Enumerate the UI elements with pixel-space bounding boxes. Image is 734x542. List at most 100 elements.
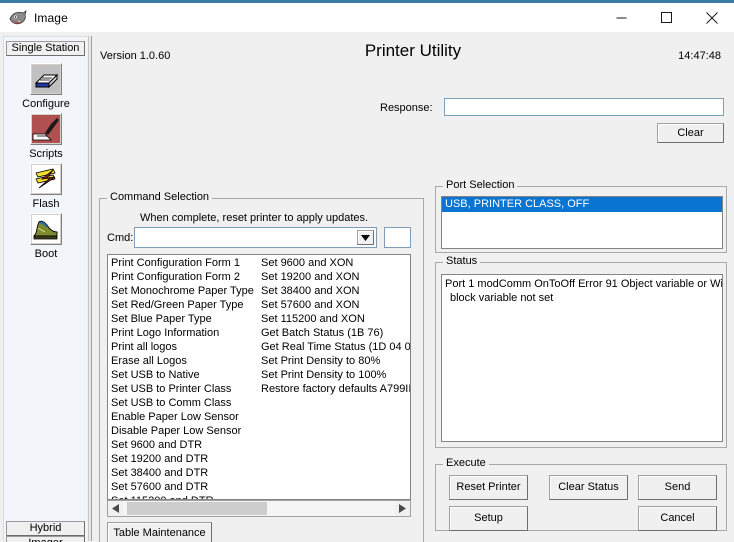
- status-group: Status Port 1 modComm OnToOff Error 91 O…: [435, 256, 727, 448]
- boot-shoe-icon: [30, 213, 62, 245]
- sidebar: Single Station Configure Scripts Flash B…: [3, 36, 88, 542]
- reset-hint-text: When complete, reset printer to apply up…: [140, 212, 369, 224]
- command-list-cell: Set Blue Paper Type: [111, 313, 212, 325]
- command-list-row[interactable]: Print all logos Get Real Time Status (1D …: [108, 340, 410, 354]
- command-list-cell: Get Batch Status (1B 76): [261, 327, 384, 339]
- command-list-cell: Get Real Time Status (1D 04 04): [261, 341, 410, 353]
- command-list-row[interactable]: Print Configuration Form 2 Set 19200 and …: [108, 270, 410, 284]
- app-shark-icon: [9, 9, 27, 27]
- sidebar-item-scripts[interactable]: Scripts: [4, 113, 88, 160]
- hscrollbar-track[interactable]: [123, 501, 395, 516]
- sidebar-tab-single-station[interactable]: Single Station: [6, 41, 85, 56]
- command-list-cell: Set 115200 and XON: [261, 313, 365, 325]
- command-list-cell: [261, 466, 410, 480]
- command-list-cell: Restore factory defaults A799II: [261, 383, 410, 395]
- sidebar-tab-imager[interactable]: Imager: [6, 536, 85, 542]
- command-list-cell: Set 9600 and DTR: [111, 439, 203, 451]
- command-list-cell: Set Print Density to 80%: [261, 355, 381, 367]
- command-list-cell: Set USB to Comm Class: [111, 397, 232, 409]
- execute-title: Execute: [443, 458, 489, 469]
- command-list-cell: Set Monochrome Paper Type: [111, 285, 254, 297]
- command-list-row[interactable]: Set Red/Green Paper Type Set 57600 and XO…: [108, 298, 410, 312]
- command-list-cell: Set 38400 and DTR: [111, 467, 209, 479]
- command-list-cell: Erase all Logos: [111, 355, 187, 367]
- port-list-item-selected[interactable]: USB, PRINTER CLASS, OFF: [442, 197, 722, 212]
- window-title: Image: [34, 10, 68, 25]
- minimize-icon[interactable]: [599, 3, 644, 32]
- command-list-hscrollbar[interactable]: [107, 500, 411, 517]
- command-list-row[interactable]: Set USB to Native Set Print Density to 10…: [108, 368, 410, 382]
- command-list-cell: Print Configuration Form 1: [111, 257, 240, 269]
- send-button[interactable]: Send: [638, 475, 717, 500]
- sidebar-item-boot[interactable]: Boot: [4, 213, 88, 260]
- setup-button[interactable]: Setup: [449, 506, 528, 531]
- command-list[interactable]: Print Configuration Form 1 Set 9600 and X…: [107, 254, 411, 500]
- sidebar-item-label: Boot: [34, 248, 58, 260]
- status-textarea[interactable]: Port 1 modComm OnToOff Error 91 Object v…: [441, 274, 723, 442]
- cmd-quantity-input[interactable]: [384, 227, 411, 248]
- scripts-pen-icon: [30, 113, 62, 145]
- application-window: Image Single Station Configure Scripts F…: [0, 0, 734, 542]
- window-controls: [599, 3, 734, 32]
- command-list-cell: [261, 424, 410, 438]
- command-list-cell: Enable Paper Low Sensor: [111, 411, 239, 423]
- hscrollbar-thumb[interactable]: [127, 502, 267, 515]
- port-selection-title: Port Selection: [443, 180, 518, 191]
- chevron-down-icon[interactable]: [357, 230, 374, 245]
- command-list-cell: Set 38400 and XON: [261, 285, 360, 297]
- page-title: Printer Utility: [364, 41, 462, 60]
- chevron-left-icon[interactable]: [108, 501, 123, 516]
- command-list-row[interactable]: Set 9600 and DTR: [108, 438, 410, 452]
- command-list-cell: [261, 480, 410, 494]
- sidebar-item-label: Flash: [32, 198, 60, 210]
- sidebar-item-flash[interactable]: Flash: [4, 163, 88, 210]
- command-list-row[interactable]: Print Configuration Form 1 Set 9600 and X…: [108, 256, 410, 270]
- close-icon[interactable]: [689, 3, 734, 32]
- command-list-cell: Print Configuration Form 2: [111, 271, 240, 283]
- clock-label: 14:47:48: [678, 50, 721, 62]
- main-content: Version 1.0.60 Printer Utility 14:47:48 …: [92, 36, 734, 542]
- command-list-row[interactable]: Set Blue Paper Type Set 115200 and XON: [108, 312, 410, 326]
- sidebar-tab-hybrid[interactable]: Hybrid: [6, 521, 85, 536]
- table-maintenance-button[interactable]: Table Maintenance: [107, 522, 212, 542]
- command-list-row[interactable]: Enable Paper Low Sensor: [108, 410, 410, 424]
- command-list-cell: Set USB to Native: [111, 369, 200, 381]
- response-input[interactable]: [444, 98, 724, 116]
- command-list-row[interactable]: Set Monochrome Paper Type Set 38400 and X…: [108, 284, 410, 298]
- sidebar-item-configure[interactable]: Configure: [4, 63, 88, 110]
- command-list-row[interactable]: Erase all Logos Set Print Density to 80%: [108, 354, 410, 368]
- clear-button[interactable]: Clear: [657, 123, 724, 143]
- clear-status-button[interactable]: Clear Status: [549, 475, 628, 500]
- command-list-cell: Set 19200 and DTR: [111, 453, 209, 465]
- port-list[interactable]: USB, PRINTER CLASS, OFF: [441, 196, 723, 249]
- command-list-row[interactable]: Set USB to Comm Class: [108, 396, 410, 410]
- command-list-row[interactable]: Set 19200 and DTR: [108, 452, 410, 466]
- command-list-row[interactable]: Print Logo Information Get Batch Status (…: [108, 326, 410, 340]
- command-list-cell: Set 57600 and XON: [261, 299, 360, 311]
- flash-lightning-icon: [30, 163, 62, 195]
- command-list-row[interactable]: Disable Paper Low Sensor: [108, 424, 410, 438]
- command-selection-title: Command Selection: [107, 192, 213, 203]
- chevron-right-icon[interactable]: [395, 501, 410, 516]
- command-list-row[interactable]: Set USB to Printer Class Restore factory …: [108, 382, 410, 396]
- command-list-cell: Set Print Density to 100%: [261, 369, 387, 381]
- command-list-row[interactable]: Set 57600 and DTR: [108, 480, 410, 494]
- command-list-cell: [261, 452, 410, 466]
- cmd-combobox[interactable]: [134, 227, 377, 248]
- command-list-cell: Set 9600 and XON: [261, 257, 354, 269]
- cmd-label: Cmd:: [107, 232, 134, 244]
- sidebar-item-label: Scripts: [29, 148, 63, 160]
- cmd-combobox-value: [135, 228, 376, 231]
- reset-printer-button[interactable]: Reset Printer: [449, 475, 528, 500]
- port-selection-group: Port Selection USB, PRINTER CLASS, OFF: [435, 180, 727, 253]
- cancel-button[interactable]: Cancel: [638, 506, 717, 531]
- status-title: Status: [443, 256, 481, 267]
- execute-group: Execute Reset Printer Clear Status Send …: [435, 458, 727, 531]
- command-list-cell: Set Red/Green Paper Type: [111, 299, 244, 311]
- command-list-cell: [261, 438, 410, 452]
- maximize-icon[interactable]: [644, 3, 689, 32]
- command-list-cell: Print all logos: [111, 341, 178, 353]
- command-list-cell: Set 57600 and DTR: [111, 481, 209, 493]
- configure-card-file-icon: [30, 63, 62, 95]
- command-list-row[interactable]: Set 38400 and DTR: [108, 466, 410, 480]
